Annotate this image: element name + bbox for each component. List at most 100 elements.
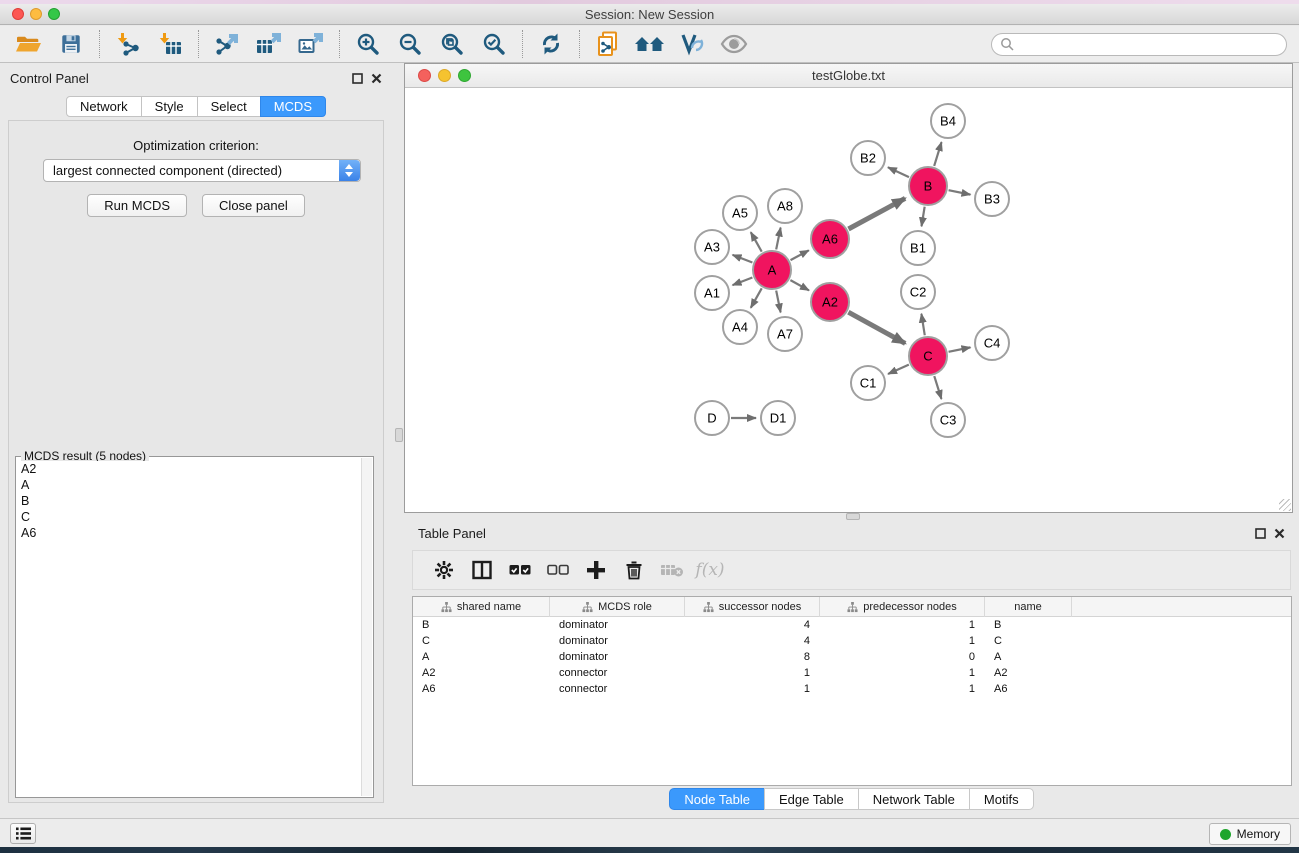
task-history-button[interactable] (10, 823, 36, 844)
node-D1[interactable]: D1 (761, 401, 795, 435)
import-network-button[interactable] (107, 28, 149, 60)
tab-network-table[interactable]: Network Table (858, 788, 970, 810)
edge-A-A1[interactable] (733, 278, 753, 286)
node-C1[interactable]: C1 (851, 366, 885, 400)
node-A5[interactable]: A5 (723, 196, 757, 230)
node-B1[interactable]: B1 (901, 231, 935, 265)
search-field[interactable] (991, 33, 1287, 56)
export-table-button[interactable] (248, 28, 290, 60)
edge-B-B4[interactable] (934, 142, 941, 166)
close-panel-icon[interactable] (1274, 528, 1285, 539)
node-B3[interactable]: B3 (975, 182, 1009, 216)
table-row[interactable]: A6connector11A6 (413, 681, 1291, 697)
criterion-dropdown[interactable]: largest connected component (directed) (43, 159, 361, 182)
mcds-result-item[interactable]: A (17, 477, 360, 493)
edge-A-A4[interactable] (751, 288, 762, 308)
close-panel-button[interactable]: Close panel (202, 194, 305, 217)
table-row[interactable]: Bdominator41B (413, 617, 1291, 633)
edge-B-B1[interactable] (922, 207, 925, 227)
table-row[interactable]: Adominator80A (413, 649, 1291, 665)
edge-A-A2[interactable] (790, 280, 809, 290)
node-A1[interactable]: A1 (695, 276, 729, 310)
vertical-splitter-handle[interactable] (395, 428, 403, 442)
node-A6[interactable]: A6 (811, 220, 849, 258)
node-A8[interactable]: A8 (768, 189, 802, 223)
memory-button[interactable]: Memory (1209, 823, 1291, 845)
delete-column-button[interactable] (615, 555, 653, 585)
window-resize-grip[interactable] (1279, 499, 1291, 511)
edge-A-A7[interactable] (776, 291, 780, 313)
node-A7[interactable]: A7 (768, 317, 802, 351)
node-C3[interactable]: C3 (931, 403, 965, 437)
edge-A-A6[interactable] (791, 250, 809, 260)
column-header-successor-nodes[interactable]: successor nodes (685, 597, 820, 617)
edge-A-A8[interactable] (776, 228, 780, 250)
import-table-button[interactable] (149, 28, 191, 60)
zoom-out-button[interactable] (389, 28, 431, 60)
tab-style[interactable]: Style (141, 96, 198, 117)
mcds-result-item[interactable]: C (17, 509, 360, 525)
table-row[interactable]: Cdominator41C (413, 633, 1291, 649)
node-B2[interactable]: B2 (851, 141, 885, 175)
node-C2[interactable]: C2 (901, 275, 935, 309)
horizontal-splitter-handle[interactable] (846, 513, 860, 520)
edge-C-C4[interactable] (949, 347, 971, 351)
column-header-predecessor-nodes[interactable]: predecessor nodes (820, 597, 985, 617)
network-graph[interactable]: B4 B2 B B3 B1 A5 A8 A6 A3 A A1 A2 A4 A7 C2 C C4 C1 C3 D D1 (405, 89, 1292, 513)
show-hide-graphics-button[interactable] (713, 28, 755, 60)
add-column-button[interactable] (577, 555, 615, 585)
zoom-in-button[interactable] (347, 28, 389, 60)
node-A2[interactable]: A2 (811, 283, 849, 321)
network-canvas[interactable]: B4 B2 B B3 B1 A5 A8 A6 A3 A A1 A2 A4 A7 C2 C C4 C1 C3 D D1 (405, 89, 1292, 512)
style-toggle-button[interactable] (671, 28, 713, 60)
mcds-result-item[interactable]: B (17, 493, 360, 509)
column-header-shared-name[interactable]: shared name (413, 597, 550, 617)
node-B4[interactable]: B4 (931, 104, 965, 138)
zoom-selected-button[interactable] (473, 28, 515, 60)
node-table[interactable]: shared nameMCDS rolesuccessor nodesprede… (412, 596, 1292, 786)
show-columns-button[interactable] (463, 555, 501, 585)
edge-C-C1[interactable] (888, 365, 909, 374)
tab-mcds[interactable]: MCDS (260, 96, 326, 117)
float-panel-icon[interactable] (352, 73, 363, 84)
edge-B-B3[interactable] (949, 190, 971, 194)
float-panel-icon[interactable] (1255, 528, 1266, 539)
mcds-result-scrollbar[interactable] (361, 458, 372, 796)
export-network-button[interactable] (206, 28, 248, 60)
edge-A-A3[interactable] (733, 255, 753, 263)
select-all-button[interactable] (501, 555, 539, 585)
search-input[interactable] (1014, 37, 1278, 51)
mcds-result-item[interactable]: A6 (17, 525, 360, 541)
node-C[interactable]: C (909, 337, 947, 375)
table-row[interactable]: A2connector11A2 (413, 665, 1291, 681)
edge-C-C2[interactable] (921, 314, 924, 336)
edge-A2-C[interactable] (848, 312, 905, 343)
refresh-button[interactable] (530, 28, 572, 60)
node-A[interactable]: A (753, 251, 791, 289)
mcds-result-list[interactable]: A2ABCA6 (17, 461, 360, 796)
table-settings-button[interactable] (425, 555, 463, 585)
column-header-name[interactable]: name (985, 597, 1072, 617)
edge-C-C3[interactable] (934, 376, 941, 399)
export-image-button[interactable] (290, 28, 332, 60)
mcds-result-item[interactable]: A2 (17, 461, 360, 477)
run-mcds-button[interactable]: Run MCDS (87, 194, 187, 217)
share-session-button[interactable] (587, 28, 629, 60)
open-file-button[interactable] (8, 28, 50, 60)
edge-A6-B[interactable] (848, 198, 905, 229)
node-C4[interactable]: C4 (975, 326, 1009, 360)
node-A4[interactable]: A4 (723, 310, 757, 344)
tab-select[interactable]: Select (197, 96, 261, 117)
node-D[interactable]: D (695, 401, 729, 435)
node-B[interactable]: B (909, 167, 947, 205)
node-A3[interactable]: A3 (695, 230, 729, 264)
tab-motifs[interactable]: Motifs (969, 788, 1034, 810)
network-overview-button[interactable] (629, 28, 671, 60)
save-session-button[interactable] (50, 28, 92, 60)
edge-B-B2[interactable] (888, 167, 909, 177)
edge-A-A5[interactable] (751, 232, 762, 252)
close-panel-icon[interactable] (371, 73, 382, 84)
tab-node-table[interactable]: Node Table (669, 788, 765, 810)
column-header-MCDS-role[interactable]: MCDS role (550, 597, 685, 617)
deselect-all-button[interactable] (539, 555, 577, 585)
